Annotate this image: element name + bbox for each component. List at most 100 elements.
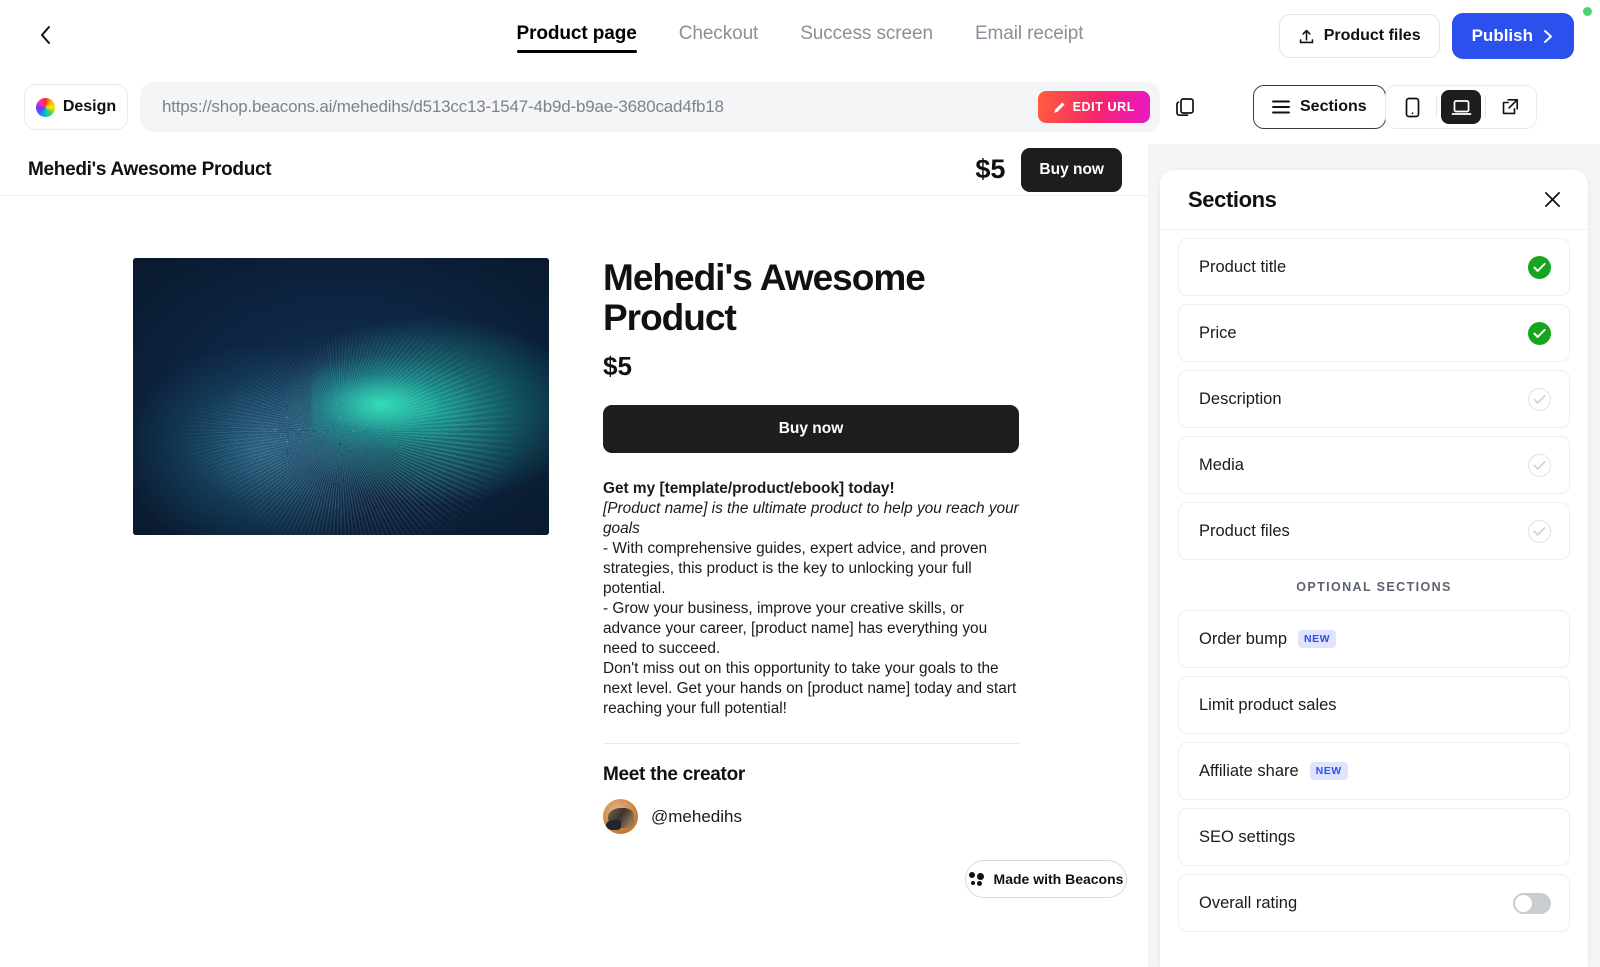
edit-url-button[interactable]: EDIT URL [1037, 91, 1150, 123]
product-body: Mehedi's Awesome Product $5 Buy now Get … [0, 196, 1148, 899]
section-row-media[interactable]: Media [1178, 436, 1570, 494]
sticky-product-title: Mehedi's Awesome Product [28, 158, 272, 180]
tab-product-page[interactable]: Product page [516, 9, 637, 61]
status-dot [1583, 7, 1592, 16]
tab-checkout[interactable]: Checkout [678, 9, 759, 61]
copy-url-button[interactable] [1172, 94, 1198, 120]
top-bar-actions: Product files Publish [1278, 13, 1574, 59]
section-row-order-bump[interactable]: Order bump NEW [1178, 610, 1570, 668]
design-label: Design [62, 98, 117, 115]
external-link-icon [1502, 98, 1519, 115]
tab-success-screen[interactable]: Success screen [800, 9, 933, 61]
sections-toggle-button[interactable]: Sections [1253, 85, 1386, 129]
publish-label: Publish [1471, 26, 1533, 45]
product-title: Mehedi's Awesome Product [603, 257, 926, 338]
color-wheel-icon [35, 97, 55, 117]
section-row-affiliate-share[interactable]: Affiliate share NEW [1178, 742, 1570, 800]
product-price: $5 [603, 351, 632, 382]
section-label: Overall rating [1199, 893, 1298, 912]
sections-panel-body: Product title Price Description Media Pr [1160, 230, 1588, 932]
design-button[interactable]: Design [24, 84, 128, 130]
divider [1485, 96, 1486, 118]
description-bullet-2: - Grow your business, improve your creat… [603, 600, 988, 658]
device-preview-group [1385, 85, 1537, 129]
sticky-price: $5 [975, 154, 1006, 184]
close-icon [1544, 192, 1560, 207]
sections-panel: Sections Product title Price Description [1160, 170, 1588, 967]
section-row-seo-settings[interactable]: SEO settings [1178, 808, 1570, 866]
close-panel-button[interactable] [1540, 188, 1564, 212]
section-row-product-title[interactable]: Product title [1178, 238, 1570, 296]
divider [603, 743, 1019, 745]
tab-label: Email receipt [974, 23, 1084, 44]
chevron-right-icon [1544, 29, 1552, 43]
product-files-label: Product files [1323, 27, 1421, 44]
copy-icon [1176, 98, 1194, 117]
beacons-logo-icon [968, 872, 985, 887]
description-closing: Don't miss out on this opportunity to ta… [603, 660, 1017, 718]
product-files-button[interactable]: Product files [1278, 14, 1440, 58]
upload-icon [1299, 29, 1313, 43]
made-with-beacons-label: Made with Beacons [993, 871, 1124, 888]
sections-panel-header: Sections [1160, 170, 1588, 230]
sticky-buy-now-button[interactable]: Buy now [1021, 147, 1122, 192]
avatar-image-shadow [605, 819, 622, 831]
section-label: Order bump [1199, 629, 1288, 648]
creator-row[interactable]: @mehedihs [603, 799, 1019, 835]
section-label: Product files [1199, 521, 1290, 540]
section-row-price[interactable]: Price [1178, 304, 1570, 362]
tab-label: Checkout [678, 23, 759, 44]
section-row-limit-product-sales[interactable]: Limit product sales [1178, 676, 1570, 734]
publish-button[interactable]: Publish [1451, 13, 1574, 59]
pencil-icon [1053, 101, 1065, 113]
meet-the-creator-heading: Meet the creator [603, 764, 745, 786]
section-row-description[interactable]: Description [1178, 370, 1570, 428]
divider [1436, 96, 1437, 118]
sections-button-label: Sections [1300, 98, 1367, 115]
section-row-overall-rating[interactable]: Overall rating [1178, 874, 1570, 932]
tab-label: Success screen [800, 23, 933, 44]
section-check-icon[interactable] [1528, 387, 1551, 411]
description-italic: [Product name] is the ultimate product t… [603, 500, 1019, 538]
edit-url-label: EDIT URL [1072, 100, 1135, 114]
open-external-button[interactable] [1490, 90, 1530, 124]
new-badge: NEW [1309, 762, 1348, 780]
description-heading: Get my [template/product/ebook] today! [603, 480, 895, 498]
avatar [603, 799, 638, 835]
section-label: Limit product sales [1199, 695, 1337, 714]
desktop-preview-button[interactable] [1441, 90, 1481, 124]
sections-panel-title: Sections [1188, 186, 1277, 212]
section-label: SEO settings [1199, 827, 1296, 846]
tab-label: Product page [516, 23, 637, 44]
url-field[interactable]: https://shop.beacons.ai/mehedihs/d513cc1… [140, 82, 1160, 132]
section-label: Affiliate share [1199, 761, 1299, 780]
product-description: Get my [template/product/ebook] today! [… [603, 479, 1019, 719]
made-with-beacons-badge[interactable]: Made with Beacons [965, 860, 1127, 899]
section-check-icon[interactable] [1528, 453, 1551, 477]
section-label: Description [1199, 389, 1282, 408]
mobile-preview-button[interactable] [1392, 90, 1432, 124]
section-check-icon[interactable] [1528, 519, 1551, 543]
section-check-icon[interactable] [1528, 321, 1551, 345]
description-bullet-1: - With comprehensive guides, expert advi… [603, 540, 988, 598]
buy-now-button[interactable]: Buy now [603, 405, 1019, 454]
top-bar: Product page Checkout Success screen Ema… [0, 0, 1600, 70]
section-check-icon[interactable] [1528, 255, 1551, 279]
new-badge: NEW [1298, 630, 1337, 648]
section-row-product-files[interactable]: Product files [1178, 502, 1570, 560]
sticky-header-actions: $5 Buy now [975, 147, 1122, 192]
tab-email-receipt[interactable]: Email receipt [975, 9, 1084, 61]
mobile-icon [1405, 97, 1419, 117]
media-glow [311, 335, 541, 488]
preview-sticky-header: Mehedi's Awesome Product $5 Buy now [0, 144, 1148, 196]
section-label: Media [1199, 455, 1244, 474]
overall-rating-toggle[interactable] [1513, 892, 1551, 914]
optional-sections-header: OPTIONAL SECTIONS [1296, 580, 1452, 594]
creator-handle: @mehedihs [651, 806, 742, 826]
toggle-knob [1515, 894, 1532, 912]
section-label: Price [1199, 323, 1237, 342]
desktop-icon [1451, 99, 1471, 115]
section-label: Product title [1199, 257, 1287, 276]
url-text: https://shop.beacons.ai/mehedihs/d513cc1… [162, 97, 724, 116]
product-media-image [133, 258, 549, 535]
